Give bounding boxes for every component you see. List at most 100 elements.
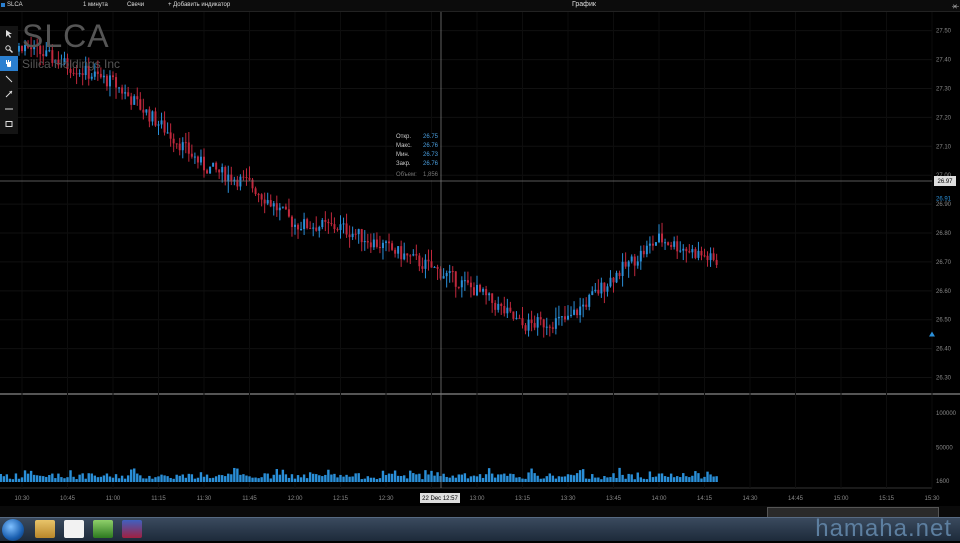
candle-body (567, 315, 569, 320)
volume-bar (645, 479, 649, 482)
low-label: Мин. (396, 152, 410, 158)
candle-body (257, 194, 260, 196)
volume-bar (545, 476, 548, 482)
candle-body (230, 174, 233, 182)
line-icon[interactable] (0, 71, 18, 86)
volume-bar (472, 475, 476, 482)
close-icon[interactable]: ✕ (952, 3, 958, 11)
volume-bar (81, 473, 84, 482)
candle-body (239, 176, 242, 187)
candle-body (278, 207, 281, 211)
price-tick-label: 26.60 (936, 289, 952, 295)
volume-bar (266, 473, 269, 482)
volume-bar (548, 473, 551, 482)
volume-bar (32, 474, 36, 482)
candle-body (691, 249, 694, 253)
candle-body (72, 72, 75, 74)
candle-body (654, 242, 657, 246)
add-indicator-button[interactable]: + Добавить индикатор (168, 2, 230, 8)
volume-bar (636, 472, 639, 482)
high-value: 26.76 (422, 143, 438, 149)
explorer-icon[interactable] (35, 520, 55, 538)
candle-body (424, 259, 427, 269)
volume-bar (557, 476, 561, 482)
volume-bar (369, 477, 373, 482)
time-tick-label: 15:30 (924, 496, 940, 502)
candle-body (536, 317, 539, 328)
candle-body (636, 261, 639, 266)
candle-body (269, 200, 272, 207)
arrow-icon[interactable] (0, 86, 18, 101)
time-tick-label: 14:00 (651, 496, 667, 502)
candle-body (588, 294, 591, 307)
candle-body (633, 256, 636, 266)
volume-bar (151, 478, 154, 482)
symbol-label[interactable]: SLCA (7, 2, 23, 8)
candle-body (336, 229, 339, 231)
volume-bar (287, 477, 291, 482)
volume-bar (554, 478, 558, 482)
volume-bar (390, 473, 394, 482)
volume-bar (60, 477, 63, 482)
volume-bar (196, 477, 200, 482)
volume-bar (691, 475, 694, 482)
pointer-icon[interactable] (0, 26, 18, 41)
volume-bar (23, 470, 27, 482)
chart-type-dropdown[interactable]: Свечи (127, 2, 144, 8)
volume-bar (497, 474, 500, 482)
volume-bar (357, 473, 360, 482)
volume-bar (663, 476, 667, 482)
candle-body (78, 73, 81, 75)
candle-body (579, 306, 582, 316)
candle-body (351, 233, 354, 238)
interval-dropdown[interactable]: 1 минута (83, 2, 108, 8)
start-button-icon[interactable] (2, 519, 24, 541)
symbol-color-icon (1, 3, 5, 7)
volume-bar (615, 477, 618, 482)
rect-icon[interactable] (0, 116, 18, 131)
volume-bar (20, 477, 24, 482)
candle-body (102, 75, 105, 78)
volume-bar (211, 477, 215, 482)
hand-icon[interactable] (0, 56, 18, 71)
volume-bar (148, 475, 151, 482)
trading-app-icon[interactable] (122, 520, 142, 538)
candle-body (694, 249, 697, 258)
time-tick-label: 10:30 (14, 496, 30, 502)
candle-body (372, 239, 375, 248)
candle-body (661, 233, 664, 243)
volume-bar (585, 478, 588, 482)
volume-bar (126, 475, 130, 482)
price-tick-label: 27.10 (936, 144, 952, 150)
price-tick-label: 27.20 (936, 115, 952, 121)
time-tick-label: 11:30 (197, 496, 212, 502)
volume-bar (105, 473, 109, 482)
volume-bar (45, 476, 48, 482)
candle-body (345, 223, 348, 235)
volume-tick-label: 1600 (936, 479, 950, 485)
volume-tick-label: 50000 (936, 445, 953, 451)
zoom-icon[interactable] (0, 41, 18, 56)
volume-bar (284, 474, 288, 482)
app-icon[interactable] (93, 520, 113, 538)
candle-body (227, 174, 230, 182)
candle-body (90, 76, 93, 79)
volume-bar (363, 478, 366, 482)
volume-bar (500, 474, 503, 482)
price-chart[interactable]: 27.5027.4027.3027.2027.1027.0026.9026.80… (0, 12, 960, 506)
volume-bar (521, 478, 524, 482)
volume-bar (318, 475, 321, 482)
candle-body (112, 75, 114, 78)
candle-body (627, 261, 630, 267)
volume-bar (351, 476, 354, 482)
volume-bar (293, 478, 297, 482)
document-icon[interactable] (64, 520, 84, 538)
volume-bar (709, 474, 712, 482)
volume-bar (78, 474, 81, 482)
hline-icon[interactable] (0, 101, 18, 116)
candle-body (354, 233, 357, 235)
candle-body (148, 109, 151, 122)
time-tick-label: 13:45 (606, 496, 622, 502)
volume-bar (503, 473, 506, 482)
volume-bar (651, 477, 655, 482)
